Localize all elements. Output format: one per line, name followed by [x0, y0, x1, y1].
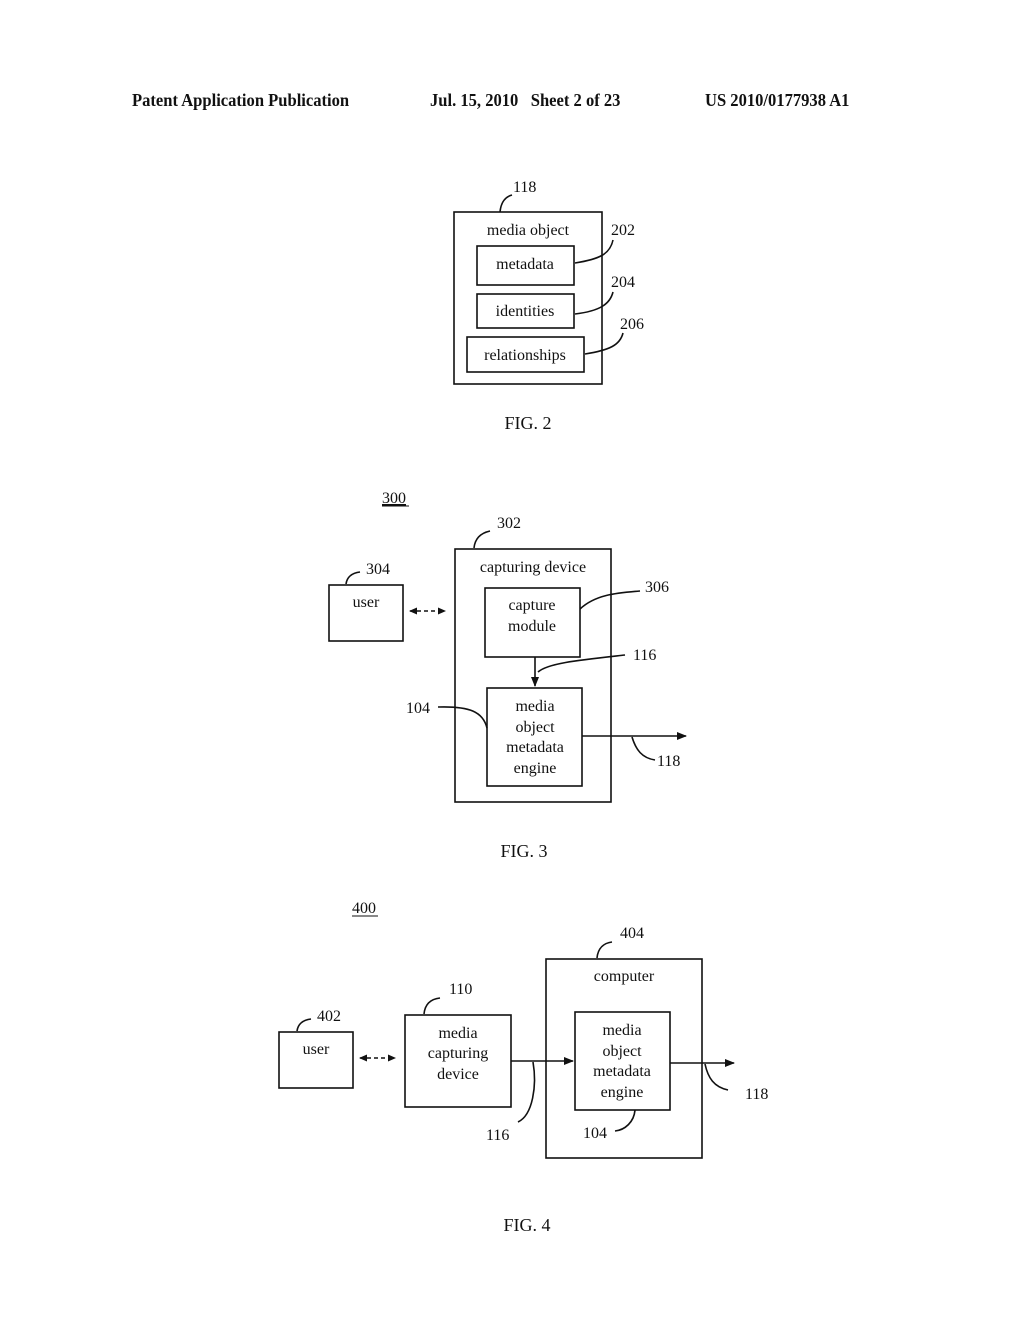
fig2-caption: FIG. 2	[504, 413, 551, 433]
fig4-leader-402	[296, 1018, 312, 1032]
fig4-leader-404	[596, 941, 613, 959]
fig2-leader-118	[499, 194, 513, 213]
fig2-leader-202	[574, 239, 614, 264]
fig4-leader-104	[614, 1109, 636, 1132]
fig2-relationships-label: relationships	[484, 347, 566, 364]
fig2-ref-118: 118	[513, 179, 536, 196]
fig4-ref-110: 110	[449, 981, 472, 998]
fig4-leader-110	[423, 997, 441, 1015]
fig3-ref-118: 118	[657, 753, 680, 770]
fig3-caption: FIG. 3	[500, 841, 547, 861]
fig4-ref-104: 104	[583, 1125, 607, 1142]
fig4-ref-118: 118	[745, 1086, 768, 1103]
fig4-computer-label: computer	[594, 968, 655, 985]
fig4-capturing-device-line1: media	[438, 1025, 477, 1042]
fig4-leader-118	[704, 1063, 729, 1091]
fig3-ref-304: 304	[366, 561, 390, 578]
fig3-ref-300: 300	[382, 490, 406, 507]
fig3-engine-line4: engine	[514, 760, 557, 777]
fig2-leader-204	[574, 291, 614, 315]
fig3-ref-104: 104	[406, 700, 430, 717]
fig2: 118 media object metadata 202 identities…	[453, 179, 644, 433]
fig4-user-label: user	[303, 1041, 330, 1058]
fig4-engine-line3: metadata	[593, 1063, 651, 1080]
fig4-caption: FIG. 4	[503, 1215, 550, 1235]
fig3-leader-302	[473, 530, 491, 549]
fig2-identities-label: identities	[496, 303, 555, 320]
fig4-engine-line1: media	[602, 1022, 641, 1039]
fig4-ref-404: 404	[620, 925, 644, 942]
fig3-leader-304	[345, 571, 361, 585]
fig3-leader-104	[437, 706, 488, 729]
fig3-engine-line3: metadata	[506, 739, 564, 756]
fig3: 300 302 capturing device 304 user captur…	[328, 490, 687, 861]
fig4-ref-400: 400	[352, 900, 376, 917]
fig2-metadata-label: metadata	[496, 256, 554, 273]
fig4-ref-402: 402	[317, 1008, 341, 1025]
fig2-ref-202: 202	[611, 222, 635, 239]
fig3-capturing-device-label: capturing device	[480, 559, 586, 576]
fig3-leader-118	[631, 736, 656, 761]
fig2-media-object-label: media object	[487, 222, 570, 239]
fig4-ref-116: 116	[486, 1127, 509, 1144]
fig3-engine-line2: object	[515, 719, 555, 736]
fig3-capture-module-line2: module	[508, 618, 556, 635]
fig3-user-label: user	[353, 594, 380, 611]
fig2-ref-204: 204	[611, 274, 635, 291]
fig3-ref-306: 306	[645, 579, 669, 596]
fig4-engine-line2: object	[602, 1043, 642, 1060]
fig3-ref-302: 302	[497, 515, 521, 532]
fig4-capturing-device-line2: capturing	[428, 1045, 488, 1062]
fig2-leader-206	[584, 332, 624, 355]
fig4-capturing-device-line3: device	[437, 1066, 479, 1083]
fig4: 400 404 computer 402 user 110 media capt…	[278, 900, 768, 1235]
fig4-engine-line4: engine	[601, 1084, 644, 1101]
fig3-capture-module-line1: capture	[508, 597, 555, 614]
fig3-leader-306	[579, 590, 641, 610]
fig2-ref-206: 206	[620, 316, 644, 333]
fig4-leader-116	[517, 1061, 536, 1123]
fig3-engine-line1: media	[515, 698, 554, 715]
fig3-ref-116: 116	[633, 647, 656, 664]
patent-drawing-sheet: 118 media object metadata 202 identities…	[278, 179, 768, 1235]
